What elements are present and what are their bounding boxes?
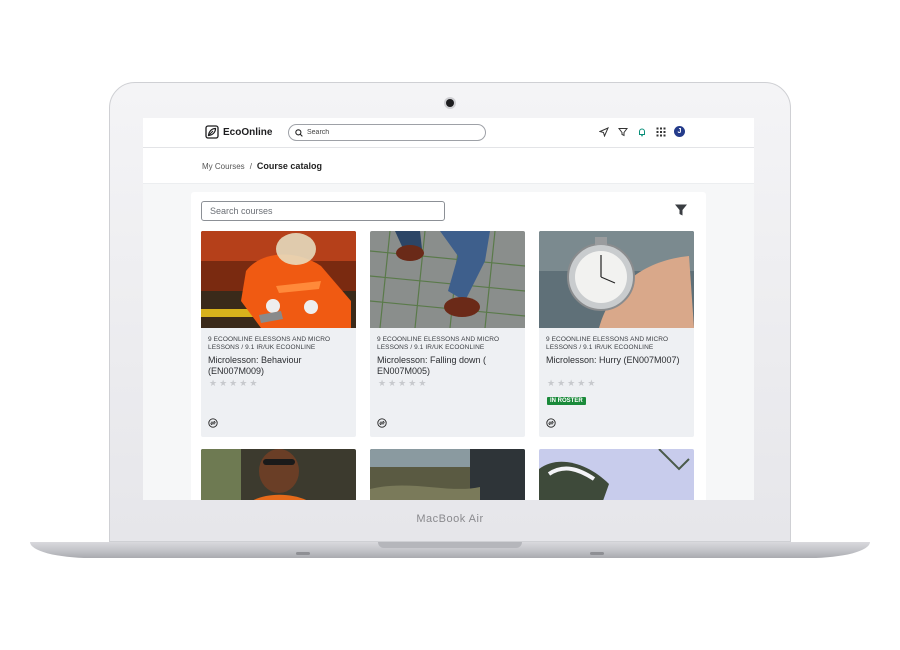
apps-grid-icon[interactable] (655, 126, 666, 137)
send-icon[interactable] (598, 126, 609, 137)
bell-icon[interactable] (636, 126, 647, 137)
sync-icon (377, 418, 387, 428)
search-icon (295, 128, 303, 137)
star-icon[interactable]: ★ (378, 379, 386, 388)
global-search[interactable] (288, 124, 486, 141)
star-icon[interactable]: ★ (209, 379, 217, 388)
course-card[interactable]: 9 ECOONLINE ELESSONS AND MICRO LESSONS /… (539, 231, 694, 437)
star-icon[interactable]: ★ (408, 379, 416, 388)
catalog-panel: 9 ECOONLINE ELESSONS AND MICRO LESSONS /… (191, 192, 706, 500)
laptop-foot-right (590, 552, 604, 555)
breadcrumb-bar: My Courses / Course catalog (143, 148, 754, 184)
global-search-input[interactable] (307, 129, 477, 136)
star-icon[interactable]: ★ (567, 379, 575, 388)
star-icon[interactable]: ★ (388, 379, 396, 388)
top-navbar: EcoOnline Search J (143, 118, 754, 148)
breadcrumb: My Courses / Course catalog (202, 161, 322, 171)
star-icon[interactable]: ★ (219, 379, 227, 388)
rating-stars[interactable]: ★ ★ ★ ★ ★ (209, 379, 257, 388)
page-title: Course catalog (256, 161, 322, 171)
course-search-input[interactable] (201, 201, 445, 221)
course-thumbnail (539, 231, 694, 328)
sync-icon (208, 418, 218, 428)
star-icon[interactable]: ★ (587, 379, 595, 388)
course-thumbnail (539, 449, 694, 500)
course-thumbnail (201, 449, 356, 500)
course-thumbnail (370, 449, 525, 500)
course-title[interactable]: Microlesson: Hurry (EN007M007) (546, 355, 690, 366)
star-icon[interactable]: ★ (398, 379, 406, 388)
course-title[interactable]: Microlesson: Behaviour (EN007M009) (208, 355, 352, 377)
course-thumbnail (201, 231, 356, 328)
filter-icon[interactable] (617, 126, 628, 137)
laptop-model-label: MacBook Air (416, 513, 484, 525)
breadcrumb-separator: / (249, 161, 252, 171)
course-category: 9 ECOONLINE ELESSONS AND MICRO LESSONS /… (377, 336, 500, 351)
star-icon[interactable]: ★ (229, 379, 237, 388)
laptop-foot-left (296, 552, 310, 555)
navbar-actions: J (598, 126, 685, 137)
course-card[interactable]: 9 ECOONLINE ELESSONS AND MICRO LESSONS /… (201, 231, 356, 437)
sync-icon (546, 418, 556, 428)
avatar[interactable]: J (674, 126, 685, 137)
star-icon[interactable]: ★ (577, 379, 585, 388)
rating-stars[interactable]: ★ ★ ★ ★ ★ (378, 379, 426, 388)
star-icon[interactable]: ★ (557, 379, 565, 388)
star-icon[interactable]: ★ (547, 379, 555, 388)
course-thumbnail (370, 231, 525, 329)
course-card[interactable] (539, 449, 694, 500)
course-card[interactable] (201, 449, 356, 500)
course-title[interactable]: Microlesson: Falling down ( EN007M005) (377, 355, 521, 377)
star-icon[interactable]: ★ (418, 379, 426, 388)
brand-logo[interactable]: EcoOnline (205, 125, 272, 139)
screen: EcoOnline Search J My Courses / Course c… (143, 118, 754, 500)
course-category: 9 ECOONLINE ELESSONS AND MICRO LESSONS /… (546, 336, 669, 351)
filter-icon[interactable] (674, 203, 688, 217)
camera-icon (446, 99, 454, 107)
course-category: 9 ECOONLINE ELESSONS AND MICRO LESSONS /… (208, 336, 331, 351)
status-badge: IN ROSTER (547, 397, 586, 405)
rating-stars[interactable]: ★ ★ ★ ★ ★ (547, 379, 595, 388)
course-card[interactable] (370, 449, 525, 500)
course-card[interactable]: 9 ECOONLINE ELESSONS AND MICRO LESSONS /… (370, 231, 525, 437)
leaf-logo-icon (205, 125, 219, 139)
breadcrumb-my-courses[interactable]: My Courses (202, 162, 245, 171)
star-icon[interactable]: ★ (249, 379, 257, 388)
laptop-notch (378, 542, 522, 548)
star-icon[interactable]: ★ (239, 379, 247, 388)
brand-name: EcoOnline (223, 126, 273, 138)
